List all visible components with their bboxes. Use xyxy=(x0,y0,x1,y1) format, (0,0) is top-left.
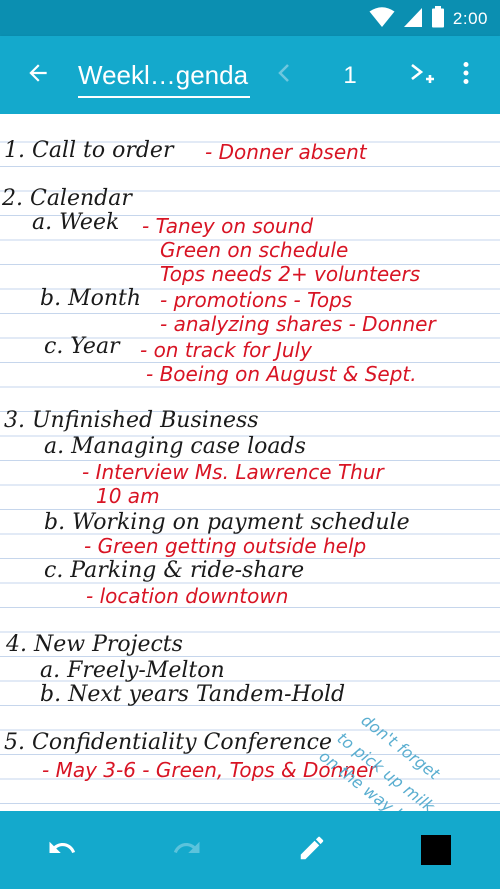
chevron-left-icon xyxy=(277,63,291,87)
agenda-subitem: b. Working on payment schedule xyxy=(44,510,410,535)
agenda-note: - analyzing shares - Donner xyxy=(160,312,436,336)
agenda-item-3: 3. Unfinished Business xyxy=(4,408,259,433)
cell-signal-icon xyxy=(403,6,423,32)
agenda-note: - Boeing on August & Sept. xyxy=(146,362,417,386)
agenda-subitem: a. Managing case loads xyxy=(44,434,306,459)
agenda-note: - Green getting outside help xyxy=(84,534,367,558)
undo-icon xyxy=(47,833,77,867)
previous-page-button[interactable] xyxy=(266,55,302,95)
status-bar: 2:00 xyxy=(0,0,500,36)
redo-button[interactable] xyxy=(165,828,209,872)
add-page-icon xyxy=(408,59,436,91)
more-vertical-icon xyxy=(462,61,470,89)
agenda-subitem: c. Parking & ride-share xyxy=(44,558,305,583)
status-icons: 2:00 xyxy=(369,6,488,32)
agenda-subitem: a. Week xyxy=(32,210,120,235)
more-options-button[interactable] xyxy=(448,53,484,97)
battery-icon xyxy=(431,6,445,32)
agenda-item-2: 2. Calendar xyxy=(2,186,132,211)
agenda-note: Tops needs 2+ volunteers xyxy=(160,262,421,286)
selected-color-swatch xyxy=(421,835,451,865)
back-button[interactable] xyxy=(16,53,60,97)
page-number: 1 xyxy=(343,62,357,89)
wifi-icon xyxy=(369,6,395,32)
app-bar: Weekl…genda 1 xyxy=(0,36,500,114)
agenda-note: Green on schedule xyxy=(160,238,349,262)
agenda-subitem: b. Next years Tandem-Hold xyxy=(40,682,346,707)
agenda-item-4: 4. New Projects xyxy=(6,632,183,657)
agenda-note: - location downtown xyxy=(86,584,289,608)
agenda-subitem: a. Freely-Melton xyxy=(40,658,225,683)
color-picker-button[interactable] xyxy=(414,828,458,872)
note-canvas[interactable]: 1. Call to order - Donner absent 2. Cale… xyxy=(0,114,500,811)
agenda-item-1: 1. Call to order xyxy=(4,138,174,163)
agenda-note: - promotions - Tops xyxy=(160,288,353,312)
status-time: 2:00 xyxy=(452,9,488,28)
agenda-item-5: 5. Confidentiality Conference xyxy=(4,730,332,755)
pen-tool-button[interactable] xyxy=(290,828,334,872)
undo-button[interactable] xyxy=(40,828,84,872)
agenda-subitem: c. Year xyxy=(44,334,120,359)
note-title: Weekl…genda xyxy=(78,60,249,90)
side-reminder-note: don't forget to pick up milk on the way … xyxy=(316,684,500,811)
pen-icon xyxy=(297,833,327,867)
agenda-note: - Taney on sound xyxy=(142,214,314,238)
agenda-note: 10 am xyxy=(96,484,160,508)
agenda-note: - Interview Ms. Lawrence Thur xyxy=(82,460,384,484)
bottom-toolbar xyxy=(0,811,500,889)
agenda-subitem: b. Month xyxy=(40,286,142,311)
agenda-note: - on track for July xyxy=(140,338,312,362)
add-page-button[interactable] xyxy=(400,53,444,97)
note-title-field[interactable]: Weekl…genda xyxy=(78,56,250,98)
arrow-back-icon xyxy=(25,60,51,90)
agenda-note: - Donner absent xyxy=(205,140,367,164)
redo-icon xyxy=(172,833,202,867)
